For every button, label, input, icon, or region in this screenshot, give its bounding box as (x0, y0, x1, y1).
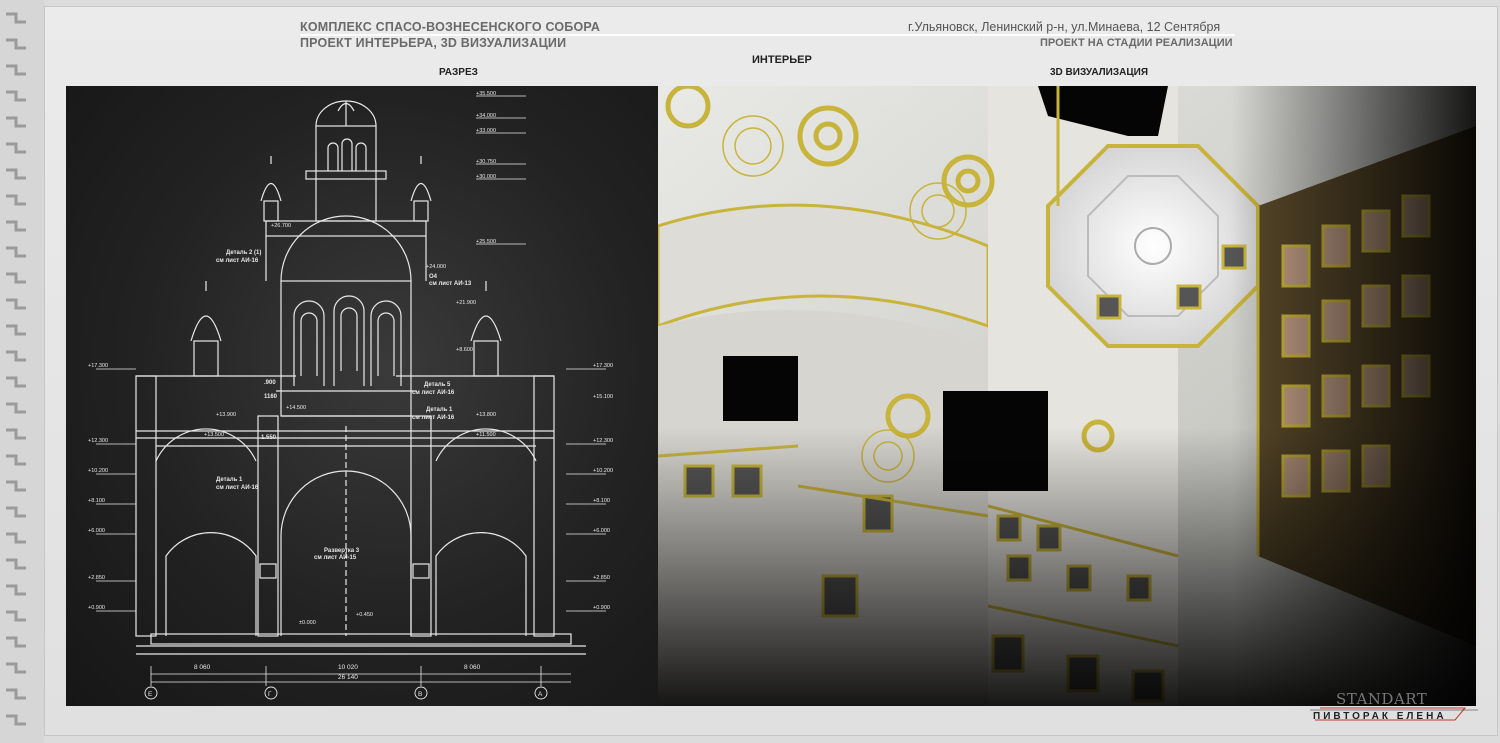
project-status: ПРОЕКТ НА СТАДИИ РЕАЛИЗАЦИИ (1040, 37, 1233, 49)
level-mark: +13.800 (476, 412, 496, 418)
level-mark: +30.750 (476, 159, 496, 165)
level-mark: +35.500 (476, 91, 496, 97)
level-mark: +11.500 (476, 432, 496, 438)
dimension-label: 26 140 (338, 674, 358, 681)
axis-label: В (418, 691, 422, 698)
drawing-note: см лист АИ-16 (216, 485, 259, 491)
project-subtitle: ПРОЕКТ ИНТЕРЬЕРА, 3D ВИЗУАЛИЗАЦИИ (300, 36, 567, 50)
level-mark: +13.900 (216, 412, 236, 418)
level-mark: +6.000 (593, 528, 610, 534)
level-mark: +2.850 (88, 575, 105, 581)
drawing-note: Развертка 3 (324, 548, 360, 554)
level-mark: +0.450 (356, 612, 373, 618)
dimension-label: 8 060 (464, 664, 481, 671)
level-mark: +12.300 (593, 438, 613, 444)
level-mark: +30.000 (476, 174, 496, 180)
level-mark: +21.900 (456, 300, 476, 306)
drawing-note: см лист АИ-13 (429, 281, 472, 287)
dimension-label: 8 060 (194, 664, 211, 671)
axis-label: Е (148, 691, 153, 698)
level-mark: +17.300 (593, 363, 613, 369)
drawing-note: см лист АИ-15 (314, 555, 357, 561)
level-mark: +8.100 (88, 498, 105, 504)
level-mark: +14.500 (286, 405, 306, 411)
section-title: ИНТЕРЬЕР (752, 54, 812, 66)
level-mark: ±0.000 (299, 620, 316, 626)
drawing-note: Деталь 1 (426, 407, 453, 413)
level-mark: +10.200 (593, 468, 613, 474)
level-mark: +34.000 (476, 113, 496, 119)
level-mark: +12.300 (88, 438, 108, 444)
level-mark: +33.000 (476, 128, 496, 134)
level-mark: +15.100 (593, 394, 613, 400)
level-mark: +6.000 (88, 528, 105, 534)
brand-name: STANDART (1336, 690, 1428, 708)
level-mark: +0.900 (593, 605, 610, 611)
level-mark: +24.000 (426, 264, 446, 270)
left-panel-label: РАЗРЕЗ (439, 67, 478, 78)
right-panel-label: 3D ВИЗУАЛИЗАЦИЯ (1050, 67, 1149, 78)
drawing-note: см лист АИ-16 (216, 258, 259, 264)
section-drawing-panel: +35.500 +34.000 +33.000 +30.750 +30.000 +25.5… (66, 86, 658, 706)
level-mark: +13.500 (204, 432, 224, 438)
project-title: КОМПЛЕКС СПАСО-ВОЗНЕСЕНСКОГО СОБОРА (300, 20, 601, 34)
drawing-note: см лист АИ-16 (412, 390, 455, 396)
interior-render (658, 86, 1476, 706)
project-location: г.Ульяновск, Ленинский р-н, ул.Минаева, … (908, 20, 1221, 34)
level-mark: +2.850 (593, 575, 610, 581)
level-mark: +25.500 (476, 239, 496, 245)
render-3d-panel (658, 86, 1476, 706)
level-mark: +10.200 (88, 468, 108, 474)
axis-label: Г (268, 691, 272, 698)
dimension-label: 10 020 (338, 664, 358, 671)
axis-label: А (538, 691, 543, 698)
drawing-note: Деталь 5 (424, 382, 451, 388)
level-mark: +8.100 (593, 498, 610, 504)
brand-author: ПИВТОРАК ЕЛЕНА (1313, 711, 1447, 722)
section-drawing: +35.500 +34.000 +33.000 +30.750 +30.000 +25.5… (88, 91, 613, 700)
drawing-note: .900 (264, 380, 276, 386)
level-mark: +17.300 (88, 363, 108, 369)
spiral-binding (0, 0, 44, 743)
drawing-note: 1.550 (261, 435, 277, 441)
level-mark: +0.900 (88, 605, 105, 611)
drawing-note: О4 (429, 274, 438, 280)
drawing-note: см лист АИ-16 (412, 415, 455, 421)
level-mark: +26.700 (271, 223, 291, 229)
drawing-note: Деталь 1 (216, 477, 243, 483)
drawing-note: 1160 (264, 394, 278, 400)
drawing-note: Деталь 2 (1) (226, 250, 261, 256)
level-mark: +8.600 (456, 347, 473, 353)
